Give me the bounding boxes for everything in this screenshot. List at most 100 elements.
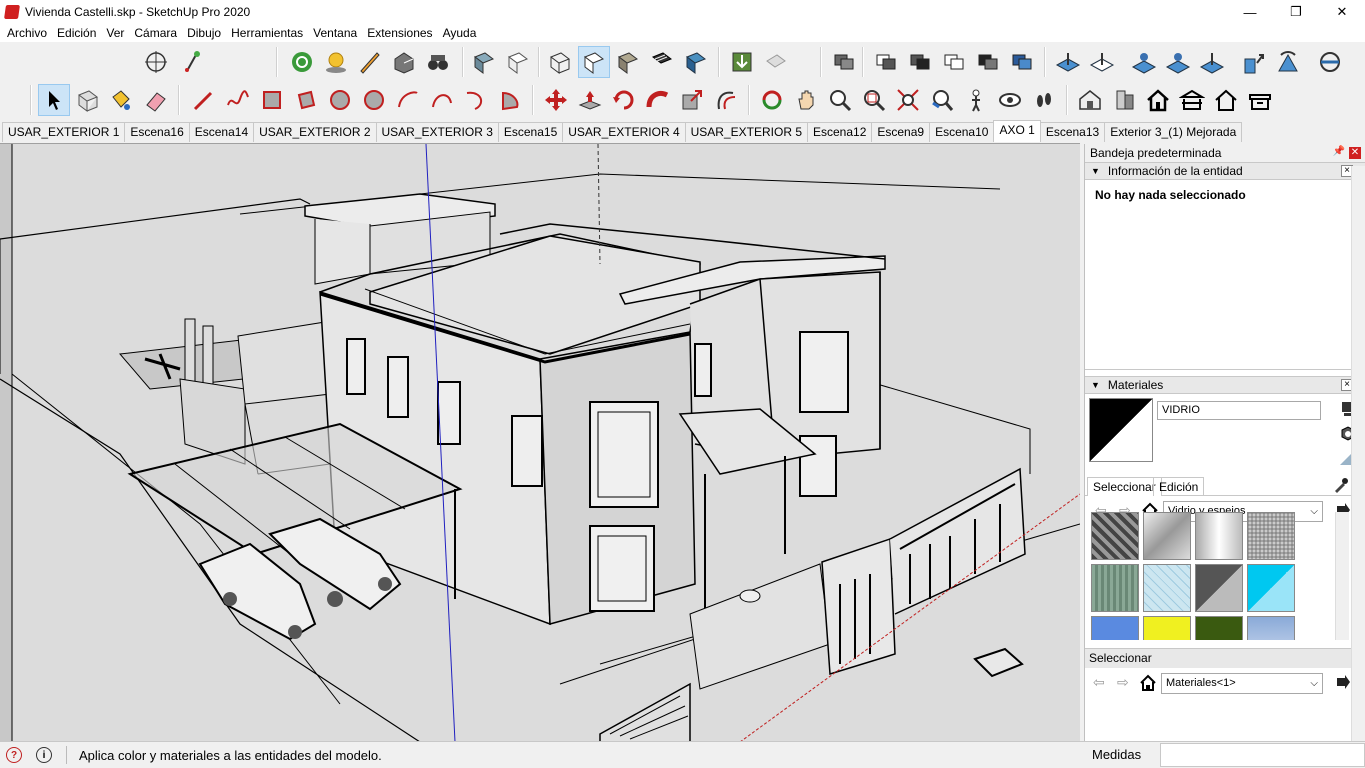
scene-tab[interactable]: USAR_EXTERIOR 5 bbox=[684, 122, 808, 142]
menu-ventana[interactable]: Ventana bbox=[308, 26, 362, 40]
geolocation-status-icon[interactable]: ? bbox=[6, 747, 22, 763]
smoove-icon[interactable] bbox=[1128, 46, 1160, 78]
share-component-icon[interactable] bbox=[1108, 84, 1140, 116]
scene-tab[interactable]: USAR_EXTERIOR 1 bbox=[2, 122, 126, 142]
details-arrow-icon[interactable] bbox=[1335, 674, 1351, 690]
material-swatch[interactable] bbox=[1247, 564, 1295, 612]
rotate-icon[interactable] bbox=[608, 84, 640, 116]
maximize-button[interactable]: ❐ bbox=[1273, 0, 1319, 24]
style-xray-icon[interactable] bbox=[468, 46, 500, 78]
material-swatch[interactable] bbox=[1143, 564, 1191, 612]
subtract-icon[interactable] bbox=[972, 46, 1004, 78]
rotated-rectangle-icon[interactable] bbox=[290, 84, 322, 116]
binoculars-icon[interactable] bbox=[422, 46, 454, 78]
intersect-icon[interactable] bbox=[904, 46, 936, 78]
tab-edicion[interactable]: Edición bbox=[1153, 477, 1205, 496]
scene-tab[interactable]: USAR_EXTERIOR 4 bbox=[562, 122, 686, 142]
menu-extensiones[interactable]: Extensiones bbox=[362, 26, 437, 40]
3d-warehouse-icon[interactable] bbox=[388, 46, 420, 78]
style-shaded-icon[interactable] bbox=[612, 46, 644, 78]
swatch-scrollbar[interactable] bbox=[1335, 512, 1349, 640]
pin-icon[interactable]: 📌 bbox=[1333, 146, 1345, 157]
walk-icon[interactable] bbox=[1028, 84, 1060, 116]
scene-tab[interactable]: Escena9 bbox=[871, 122, 931, 142]
import-icon[interactable] bbox=[726, 46, 758, 78]
material-name-field[interactable]: VIDRIO bbox=[1157, 401, 1321, 420]
rectangle-icon[interactable] bbox=[256, 84, 288, 116]
scene-tab[interactable]: Escena13 bbox=[1039, 122, 1106, 142]
back-arrow-icon[interactable]: ⇦ bbox=[1093, 674, 1109, 690]
material-swatch[interactable] bbox=[1091, 512, 1139, 560]
two-point-arc-icon[interactable] bbox=[426, 84, 458, 116]
style-hidden-line-icon[interactable] bbox=[578, 46, 610, 78]
polygon-icon[interactable] bbox=[358, 84, 390, 116]
pie-icon[interactable] bbox=[494, 84, 526, 116]
position-camera-icon[interactable] bbox=[960, 84, 992, 116]
look-around-icon[interactable] bbox=[994, 84, 1026, 116]
sandbox-from-contours-icon[interactable] bbox=[1052, 46, 1084, 78]
add-detail-icon[interactable] bbox=[1238, 46, 1270, 78]
three-point-arc-icon[interactable] bbox=[460, 84, 492, 116]
geo-location-icon[interactable] bbox=[140, 46, 172, 78]
orbit-icon[interactable] bbox=[756, 84, 788, 116]
measurements-input[interactable] bbox=[1160, 743, 1365, 767]
drape-icon[interactable] bbox=[1196, 46, 1228, 78]
home-icon[interactable] bbox=[1139, 674, 1157, 692]
previous-view-icon[interactable] bbox=[926, 84, 958, 116]
menu-archivo[interactable]: Archivo bbox=[2, 26, 52, 40]
material-swatch[interactable] bbox=[1143, 616, 1191, 640]
scene-tab[interactable]: Escena10 bbox=[929, 122, 995, 142]
material-swatch[interactable] bbox=[1195, 616, 1243, 640]
material-swatch[interactable] bbox=[1247, 512, 1295, 560]
paint-bucket-icon[interactable] bbox=[104, 84, 136, 116]
minimize-button[interactable]: — bbox=[1227, 0, 1273, 24]
eraser-icon[interactable] bbox=[140, 84, 172, 116]
scale-icon[interactable] bbox=[676, 84, 708, 116]
shadows-icon[interactable] bbox=[320, 46, 352, 78]
zoom-extents-icon[interactable] bbox=[892, 84, 924, 116]
house-icon-1[interactable] bbox=[1142, 84, 1174, 116]
scene-tab[interactable]: Escena14 bbox=[188, 122, 255, 142]
menu-edicion[interactable]: Edición bbox=[52, 26, 101, 40]
outer-shell-icon[interactable] bbox=[870, 46, 902, 78]
push-pull-icon[interactable] bbox=[574, 84, 606, 116]
entity-info-header[interactable]: ▼ Información de la entidad × bbox=[1085, 162, 1365, 180]
instructor-info-icon[interactable]: i bbox=[36, 747, 52, 763]
scene-tab[interactable]: USAR_EXTERIOR 2 bbox=[253, 122, 377, 142]
material-swatch[interactable] bbox=[1091, 616, 1139, 640]
warehouse-get-models-icon[interactable] bbox=[1074, 84, 1106, 116]
select-tool-icon[interactable] bbox=[38, 84, 70, 116]
house-icon-2[interactable] bbox=[1176, 84, 1208, 116]
scene-tab[interactable]: Escena12 bbox=[807, 122, 873, 142]
material-swatch[interactable] bbox=[1195, 564, 1243, 612]
style-monochrome-icon[interactable] bbox=[680, 46, 712, 78]
material-swatch[interactable] bbox=[1247, 616, 1295, 640]
north-arrow-icon[interactable] bbox=[176, 46, 208, 78]
model-viewport[interactable] bbox=[0, 143, 1080, 741]
tray-close-button[interactable]: ✕ bbox=[1349, 147, 1361, 159]
extension-warehouse-icon[interactable] bbox=[286, 46, 318, 78]
scene-tab[interactable]: Escena15 bbox=[497, 122, 564, 142]
materials-header[interactable]: ▼ Materiales × bbox=[1085, 376, 1365, 394]
scene-tab-active[interactable]: AXO 1 bbox=[993, 120, 1041, 142]
freehand-icon[interactable] bbox=[222, 84, 254, 116]
menu-ver[interactable]: Ver bbox=[101, 26, 129, 40]
house-icon-3[interactable] bbox=[1210, 84, 1242, 116]
offset-icon[interactable] bbox=[710, 84, 742, 116]
line-tool-icon[interactable] bbox=[188, 84, 220, 116]
union-icon[interactable] bbox=[938, 46, 970, 78]
menu-ayuda[interactable]: Ayuda bbox=[438, 26, 482, 40]
circle-icon[interactable] bbox=[324, 84, 356, 116]
flip-edge-icon[interactable] bbox=[1272, 46, 1304, 78]
export-icon[interactable] bbox=[760, 46, 792, 78]
pan-icon[interactable] bbox=[790, 84, 822, 116]
material-swatch[interactable] bbox=[1143, 512, 1191, 560]
current-material-swatch[interactable] bbox=[1089, 398, 1153, 462]
material-swatch[interactable] bbox=[1195, 512, 1243, 560]
component-options-icon[interactable] bbox=[828, 46, 860, 78]
style-backedges-icon[interactable] bbox=[502, 46, 534, 78]
menu-dibujo[interactable]: Dibujo bbox=[182, 26, 226, 40]
follow-me-icon[interactable] bbox=[642, 84, 674, 116]
display-settings-icon[interactable] bbox=[1314, 46, 1346, 78]
sandbox-from-scratch-icon[interactable] bbox=[1086, 46, 1118, 78]
